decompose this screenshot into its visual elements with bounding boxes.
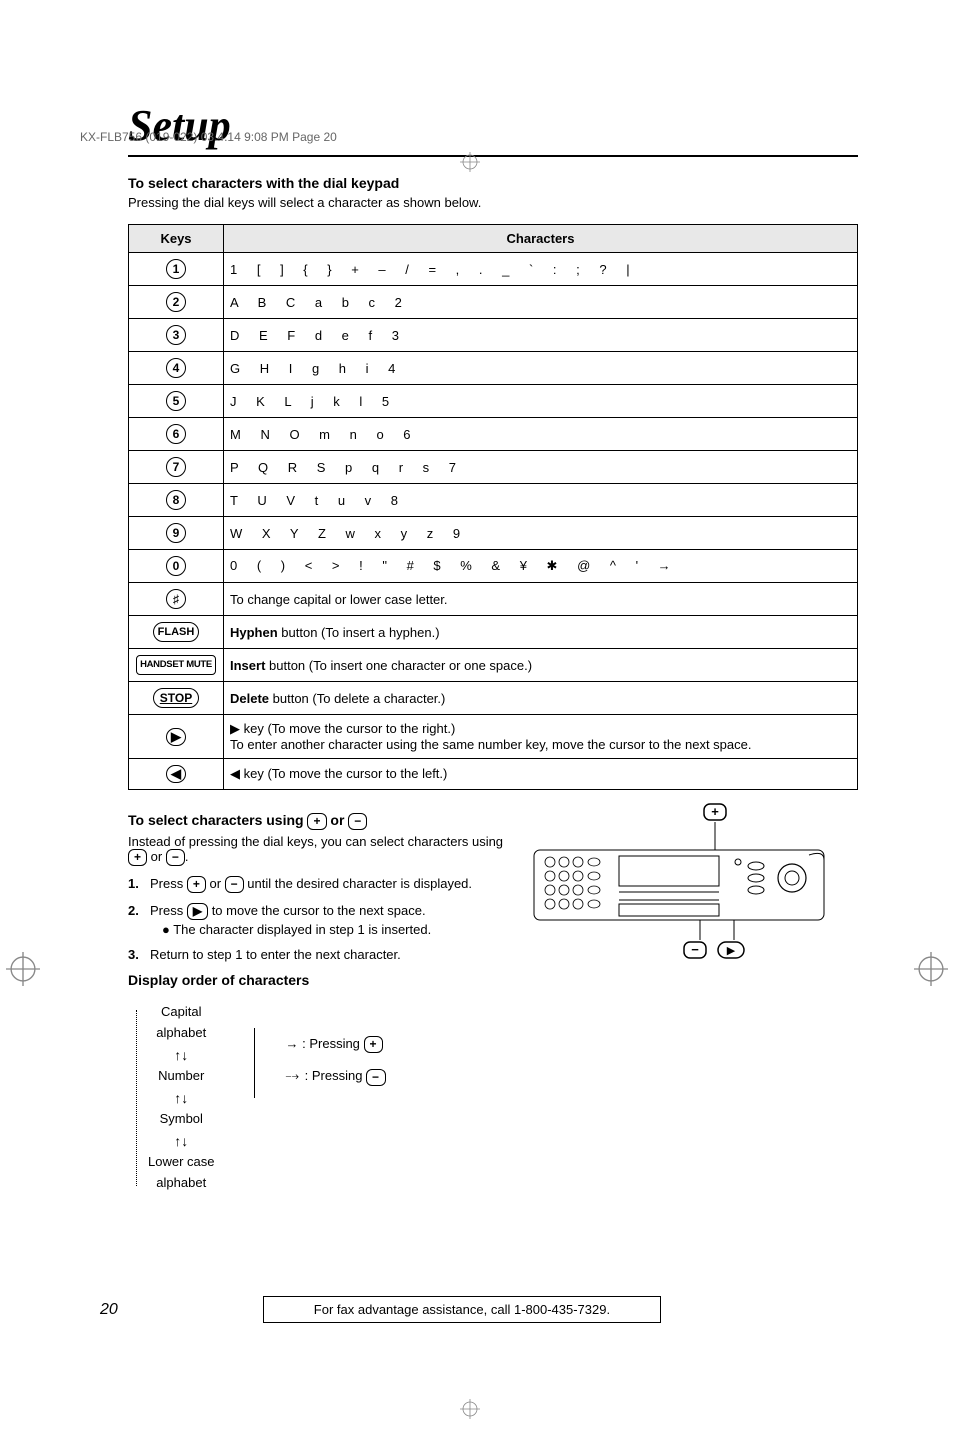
section-title: Setup [128,100,858,157]
device-illustration: + [524,800,844,1194]
step-2-body: Press ▶ to move the cursor to the next s… [150,903,508,937]
step-list: 1. Press + or − until the desired charac… [128,876,508,962]
order-symbol: Symbol [148,1109,214,1130]
keypad-heading: To select characters with the dial keypa… [128,175,858,191]
plus-icon: + [187,876,206,893]
stop-desc: Delete button (To delete a character.) [224,682,858,715]
right-arrow-icon: ▶ [187,903,208,920]
key-8: 8 [166,490,187,510]
key-stop: STOP [153,688,199,708]
chars-7: P Q R S p q r s 7 [224,451,858,484]
chars-5: J K L j k l 5 [224,385,858,418]
page-number: 20 [100,1301,118,1319]
flash-desc: Hyphen button (To insert a hyphen.) [224,616,858,649]
svg-text:+: + [711,804,719,819]
table-row: ♯ To change capital or lower case letter… [129,583,858,616]
key-4: 4 [166,358,187,378]
step-2-num: 2. [128,903,144,937]
key-6: 6 [166,424,187,444]
table-row: 4 G H I g h i 4 [129,352,858,385]
hash-desc: To change capital or lower case letter. [224,583,858,616]
col-chars: Characters [224,225,858,253]
plusminus-heading: To select characters using + or − [128,812,508,830]
keypad-subtext: Pressing the dial keys will select a cha… [128,195,858,210]
key-handset-mute: HANDSET MUTE [136,655,216,675]
chars-2: A B C a b c 2 [224,286,858,319]
register-mark-bottom [460,1399,480,1419]
order-legend: → : Pressing + ⤍ : Pressing − [254,1028,386,1098]
key-hash: ♯ [166,589,186,609]
key-1: 1 [166,259,187,279]
key-flash: FLASH [153,622,200,642]
step-1-num: 1. [128,876,144,893]
key-0: 0 [166,556,187,576]
minus-icon: − [366,1069,386,1086]
table-row: STOP Delete button (To delete a characte… [129,682,858,715]
table-row: 6 M N O m n o 6 [129,418,858,451]
table-row: 5 J K L j k l 5 [129,385,858,418]
minus-icon: − [348,813,367,830]
table-row: ◀ ◀ key (To move the cursor to the left.… [129,759,858,790]
chars-1: 1 [ ] { } + – / = , . _ ` : ; ? | [224,253,858,286]
order-capital: Capital alphabet [148,1002,214,1044]
table-row: 0 0 ( ) < > ! " # $ % & ¥ ✱ @ ^ ' → [129,550,858,583]
plus-icon: + [307,813,326,830]
minus-icon: − [166,849,185,866]
svg-text:▶: ▶ [727,945,736,957]
step-3-body: Return to step 1 to enter the next chara… [150,947,508,962]
chars-4: G H I g h i 4 [224,352,858,385]
table-row: 9 W X Y Z w x y z 9 [129,517,858,550]
order-heading: Display order of characters [128,972,508,988]
table-row: FLASH Hyphen button (To insert a hyphen.… [129,616,858,649]
handset-desc: Insert button (To insert one character o… [224,649,858,682]
table-row: HANDSET MUTE Insert button (To insert on… [129,649,858,682]
table-row: 2 A B C a b c 2 [129,286,858,319]
plus-icon: + [128,849,147,866]
table-row: 3 D E F d e f 3 [129,319,858,352]
svg-text:−: − [691,942,699,957]
step-1-body: Press + or − until the desired character… [150,876,508,893]
step-3-num: 3. [128,947,144,962]
chars-9: W X Y Z w x y z 9 [224,517,858,550]
key-right-arrow: ▶ [166,728,186,746]
key-5: 5 [166,391,187,411]
plusminus-intro: Instead of pressing the dial keys, you c… [128,834,508,866]
chars-8: T U V t u v 8 [224,484,858,517]
page-footer: 20 For fax advantage assistance, call 1-… [100,1296,830,1323]
assistance-text: For fax advantage assistance, call 1-800… [263,1296,661,1323]
doc-header: KX-FLB756 (019-022) 03.4.14 9:08 PM Page… [80,130,337,144]
key-3: 3 [166,325,187,345]
register-mark-left [6,952,40,986]
register-mark-top [460,152,480,172]
minus-icon: − [225,876,244,893]
register-mark-right [914,952,948,986]
chars-6: M N O m n o 6 [224,418,858,451]
key-2: 2 [166,292,187,312]
key-left-arrow: ◀ [166,765,186,783]
table-row: 1 1 [ ] { } + – / = , . _ ` : ; ? | [129,253,858,286]
key-7: 7 [166,457,187,477]
plus-icon: + [364,1036,383,1053]
order-number: Number [148,1066,214,1087]
table-row: 8 T U V t u v 8 [129,484,858,517]
rotation-diagram: Capital alphabet ↑↓ Number ↑↓ Symbol ↑↓ … [128,1002,214,1194]
char-table: Keys Characters 1 1 [ ] { } + – / = , . _… [128,224,858,790]
right-desc: ▶ key (To move the cursor to the right.)… [224,715,858,759]
key-9: 9 [166,523,187,543]
left-desc: ◀ key (To move the cursor to the left.) [224,759,858,790]
col-keys: Keys [129,225,224,253]
table-row: 7 P Q R S p q r s 7 [129,451,858,484]
chars-3: D E F d e f 3 [224,319,858,352]
order-lower: Lower case alphabet [148,1152,214,1194]
chars-0: 0 ( ) < > ! " # $ % & ¥ ✱ @ ^ ' → [224,550,858,583]
table-row: ▶ ▶ key (To move the cursor to the right… [129,715,858,759]
